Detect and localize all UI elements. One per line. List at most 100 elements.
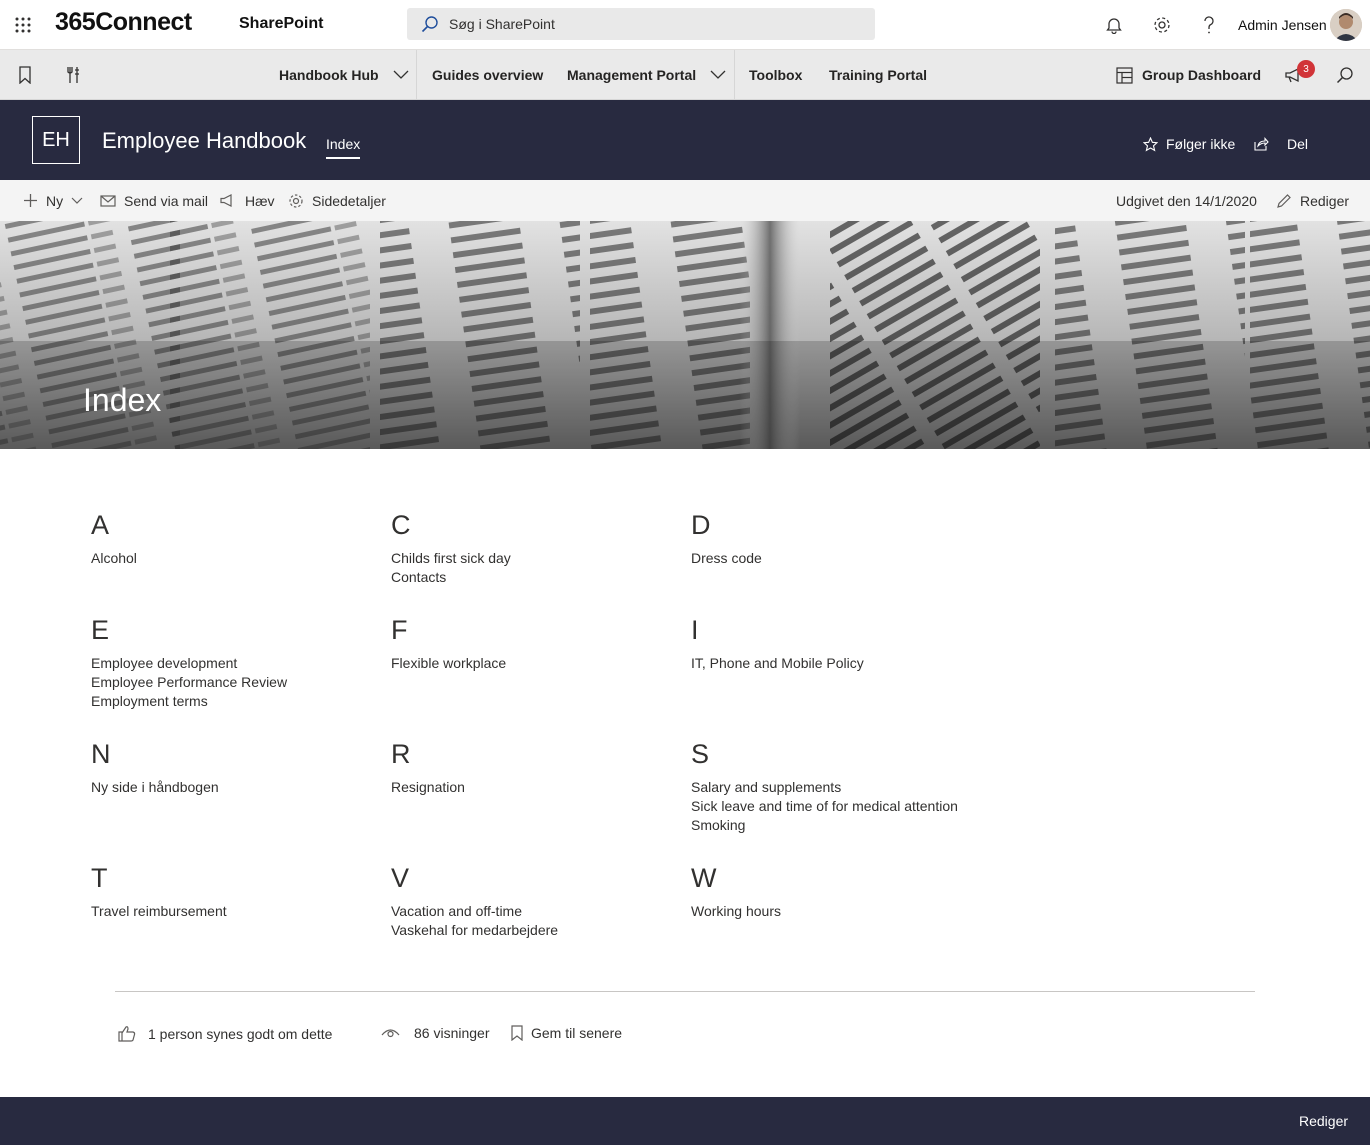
index-link[interactable]: Flexible workplace [391, 654, 506, 673]
gear-icon[interactable] [1150, 13, 1174, 37]
group-dashboard-link[interactable]: Group Dashboard [1116, 50, 1261, 100]
index-letter: S [691, 739, 710, 769]
page-details-label: Sidedetaljer [312, 192, 386, 209]
bookmark-icon [511, 1025, 523, 1041]
index-link[interactable]: Employee development [91, 654, 237, 673]
index-link[interactable]: Resignation [391, 778, 465, 797]
site-header: EH Employee Handbook Index Følger ikke D… [0, 100, 1370, 180]
hubnav-guides-overview[interactable]: Guides overview [432, 50, 543, 100]
index-link[interactable]: Travel reimbursement [91, 902, 227, 921]
share-button[interactable]: Del [1254, 136, 1308, 152]
app-name[interactable]: SharePoint [239, 15, 323, 33]
edit-button[interactable]: Rediger [1276, 180, 1349, 221]
index-link[interactable]: Employee Performance Review [91, 673, 287, 692]
share-label: Del [1287, 136, 1309, 152]
search-icon [421, 15, 439, 33]
pencil-icon [1276, 193, 1292, 209]
index-letter: T [91, 863, 108, 893]
index-link[interactable]: Vacation and off-time [391, 902, 522, 921]
hubnav-divider [734, 50, 735, 100]
follow-button[interactable]: Følger ikke [1143, 136, 1235, 152]
index-link[interactable]: Salary and supplements [691, 778, 841, 797]
group-dashboard-label: Group Dashboard [1142, 67, 1262, 83]
hero-banner-image [0, 221, 1370, 449]
likes-label: 1 person synes godt om dette [148, 1025, 333, 1042]
index-letter: D [691, 510, 711, 540]
bell-icon[interactable] [1102, 13, 1126, 37]
views-label: 86 visninger [414, 1025, 490, 1041]
index-letter: C [391, 510, 411, 540]
thumbs-up-icon [118, 1025, 136, 1042]
command-bar: Ny Send via mail Hæv Sidedetaljer Udgive… [0, 180, 1370, 221]
site-nav-index[interactable]: Index [326, 136, 361, 159]
send-mail-button[interactable]: Send via mail [100, 180, 208, 221]
search-box[interactable] [407, 8, 875, 40]
index-link[interactable]: Contacts [391, 568, 446, 587]
hubnav-toolbox[interactable]: Toolbox [749, 50, 802, 100]
app-launcher-icon[interactable] [10, 12, 36, 38]
index-letter: N [91, 739, 111, 769]
gear-icon [288, 193, 304, 209]
index-link[interactable]: Dress code [691, 549, 762, 568]
divider [115, 991, 1255, 992]
dashboard-icon [1116, 66, 1133, 84]
eye-icon [381, 1027, 400, 1039]
index-link[interactable]: Smoking [691, 816, 745, 835]
hubnav-label: Toolbox [749, 67, 803, 83]
brand-logo[interactable]: 365Connect [55, 8, 192, 37]
new-label: Ny [46, 192, 64, 209]
plus-icon [23, 193, 38, 208]
site-title[interactable]: Employee Handbook [102, 128, 306, 154]
index-letter: R [391, 739, 411, 769]
search-input[interactable] [449, 16, 849, 32]
index-link[interactable]: Ny side i håndbogen [91, 778, 219, 797]
like-button[interactable]: 1 person synes godt om dette [118, 1025, 332, 1042]
chevron-down-icon[interactable] [710, 70, 726, 80]
hubnav-label: Handbook Hub [279, 67, 379, 83]
index-link[interactable]: Sick leave and time of for medical atten… [691, 797, 958, 816]
page-details-button[interactable]: Sidedetaljer [288, 180, 386, 221]
hubnav-management-portal[interactable]: Management Portal [567, 50, 726, 100]
index-link[interactable]: Alcohol [91, 549, 137, 568]
index-link[interactable]: Vaskehal for medarbejdere [391, 921, 558, 940]
banner-title: Index [83, 382, 162, 418]
index-letter: V [391, 863, 410, 893]
hubnav-handbook-hub[interactable]: Handbook Hub [279, 50, 409, 100]
user-name[interactable]: Admin Jensen [1238, 17, 1327, 33]
new-button[interactable]: Ny [23, 180, 83, 221]
index-link[interactable]: Childs first sick day [391, 549, 511, 568]
index-letter: W [691, 863, 717, 893]
megaphone-icon [220, 194, 237, 207]
share-icon [1254, 137, 1269, 151]
suite-bar: 365Connect SharePoint Admin Jensen [0, 0, 1370, 50]
site-logo[interactable]: EH [32, 116, 80, 164]
footer-edit-link[interactable]: Rediger [1299, 1113, 1348, 1129]
avatar[interactable] [1330, 9, 1362, 41]
promote-button[interactable]: Hæv [220, 180, 275, 221]
index-link[interactable]: Employment terms [91, 692, 208, 711]
hubnav-label: Management Portal [567, 67, 697, 83]
hubnav-label: Training Portal [829, 67, 928, 83]
bookmark-icon[interactable] [14, 64, 36, 86]
save-label: Gem til senere [531, 1025, 623, 1041]
notification-badge: 3 [1297, 60, 1315, 78]
index-link[interactable]: IT, Phone and Mobile Policy [691, 654, 864, 673]
index-letter: F [391, 615, 408, 645]
search-icon[interactable] [1334, 64, 1356, 86]
send-mail-label: Send via mail [124, 192, 209, 209]
follow-label: Følger ikke [1166, 136, 1236, 152]
save-for-later-button[interactable]: Gem til senere [511, 1025, 622, 1041]
star-icon [1143, 136, 1158, 152]
help-icon[interactable] [1197, 13, 1221, 37]
views-count: 86 visninger [381, 1025, 490, 1041]
hubnav-training-portal[interactable]: Training Portal [829, 50, 927, 100]
tools-icon[interactable] [63, 64, 85, 86]
chevron-down-icon[interactable] [393, 70, 409, 80]
published-date: Udgivet den 14/1/2020 [1116, 193, 1257, 209]
index-link[interactable]: Working hours [691, 902, 781, 921]
mail-icon [100, 194, 116, 207]
page-footer: Rediger [0, 1097, 1370, 1145]
index-letter: I [691, 615, 699, 645]
chevron-down-icon [71, 197, 83, 205]
hubnav-label: Guides overview [432, 67, 544, 83]
